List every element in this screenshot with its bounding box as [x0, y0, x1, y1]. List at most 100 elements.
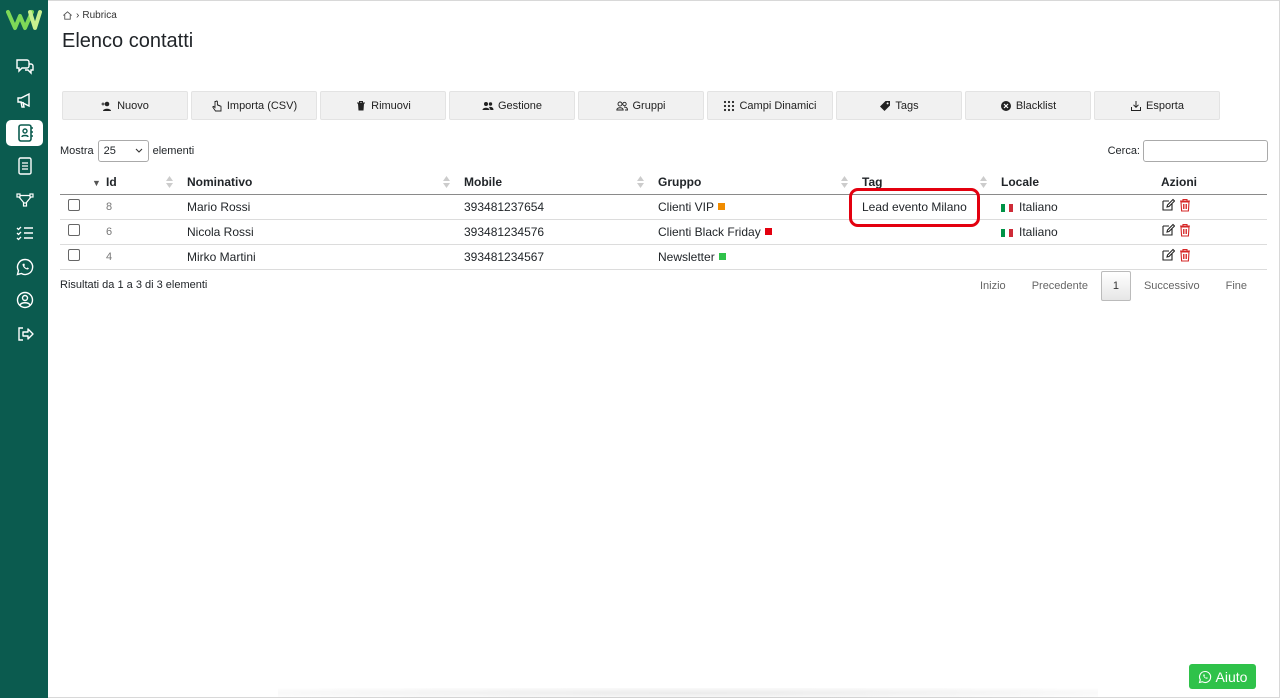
- nav-flows[interactable]: [6, 187, 43, 213]
- checklist-icon: [16, 226, 33, 241]
- download-icon: [1131, 100, 1142, 111]
- sort-icon: [637, 176, 644, 188]
- edit-icon[interactable]: [1161, 248, 1175, 262]
- cell-id: 4: [98, 244, 179, 270]
- results-info: Risultati da 1 a 3 di 3 elementi: [60, 279, 208, 291]
- cell-name: Mirko Martini: [179, 244, 456, 270]
- import-csv-label: Importa (CSV): [226, 99, 298, 112]
- sort-icon: [841, 176, 848, 188]
- search-label: Cerca:: [1107, 145, 1140, 157]
- cell-tag: [854, 244, 993, 270]
- home-icon[interactable]: [62, 10, 73, 21]
- group-color-swatch: [718, 252, 726, 260]
- pagination-current-page[interactable]: 1: [1100, 271, 1131, 301]
- user-plus-icon: [101, 101, 112, 111]
- pagination-previous[interactable]: Precedente: [1019, 271, 1101, 301]
- row-checkbox[interactable]: [68, 199, 80, 211]
- cell-locale: Italiano: [993, 194, 1153, 220]
- megaphone-icon: [16, 92, 30, 108]
- sidebar: [0, 0, 48, 698]
- chat-bubbles-icon: [15, 59, 34, 75]
- edit-icon[interactable]: [1161, 223, 1175, 237]
- tag-highlight-annotation: [849, 188, 980, 227]
- nav-chat[interactable]: [6, 53, 43, 79]
- header-name-label: Nominativo: [187, 174, 253, 189]
- locale-label: Italiano: [1019, 224, 1058, 239]
- header-id[interactable]: ▼ Id: [92, 170, 179, 195]
- whatsapp-icon: [1198, 670, 1211, 683]
- new-contact-button[interactable]: Nuovo: [62, 91, 188, 120]
- dynamic-fields-button[interactable]: Campi Dinamici: [707, 91, 833, 120]
- cell-name: Nicola Rossi: [179, 219, 456, 245]
- brand-logo[interactable]: [6, 6, 42, 34]
- nav-contacts[interactable]: [6, 120, 43, 146]
- trash-icon: [357, 100, 366, 110]
- vector-nodes-icon: [15, 193, 34, 207]
- sort-icon: [980, 176, 987, 188]
- sort-icon: [443, 176, 450, 188]
- breadcrumb-separator: ›: [76, 10, 80, 21]
- table-row[interactable]: 6 Nicola Rossi 393481234576 Clienti Blac…: [60, 219, 1267, 245]
- header-group-label: Gruppo: [658, 174, 702, 189]
- search-control: Cerca:: [1108, 140, 1268, 162]
- row-checkbox[interactable]: [68, 249, 80, 261]
- header-mobile[interactable]: Mobile: [456, 170, 650, 195]
- document-icon: [17, 157, 32, 175]
- users-outline-icon: [616, 101, 629, 110]
- nav-campaigns[interactable]: [6, 87, 43, 113]
- nav-templates[interactable]: [6, 153, 43, 179]
- delete-icon[interactable]: [1178, 248, 1192, 262]
- nav-logout[interactable]: [6, 321, 43, 347]
- help-button[interactable]: Aiuto: [1189, 664, 1256, 689]
- cell-id: 6: [98, 219, 179, 245]
- cell-actions: [1153, 219, 1267, 245]
- import-csv-button[interactable]: Importa (CSV): [191, 91, 317, 120]
- delete-icon[interactable]: [1178, 198, 1192, 212]
- header-mobile-label: Mobile: [464, 174, 502, 189]
- tag-icon: [880, 100, 891, 111]
- tags-label: Tags: [895, 99, 919, 112]
- cell-mobile: 393481234576: [456, 219, 650, 245]
- header-locale[interactable]: Locale: [993, 170, 1153, 195]
- nav-whatsapp[interactable]: [6, 254, 43, 280]
- pagination-first[interactable]: Inizio: [967, 271, 1019, 301]
- italy-flag-icon: [1001, 203, 1013, 212]
- edit-icon[interactable]: [1161, 198, 1175, 212]
- cell-group: Clienti Black Friday: [650, 219, 854, 245]
- cell-id: 8: [98, 194, 179, 220]
- bottom-shadow: [278, 688, 1098, 698]
- export-button[interactable]: Esporta: [1094, 91, 1220, 120]
- show-suffix: elementi: [152, 145, 195, 157]
- main-content: › Rubrica Elenco contatti Nuovo Importa …: [48, 0, 1280, 698]
- delete-icon[interactable]: [1178, 223, 1192, 237]
- header-name[interactable]: Nominativo: [179, 170, 456, 195]
- dynamic-fields-label: Campi Dinamici: [739, 99, 817, 112]
- chevron-down-icon: [135, 148, 143, 153]
- header-group[interactable]: Gruppo: [650, 170, 854, 195]
- nav-account[interactable]: [6, 287, 43, 313]
- hand-pointer-icon: [212, 100, 222, 111]
- sort-desc-icon: ▼: [92, 178, 101, 188]
- groups-button[interactable]: Gruppi: [578, 91, 704, 120]
- nav-checklist[interactable]: [6, 220, 43, 246]
- tags-button[interactable]: Tags: [836, 91, 962, 120]
- pagination-last[interactable]: Fine: [1213, 271, 1260, 301]
- pagination-next[interactable]: Successivo: [1131, 271, 1213, 301]
- manage-button[interactable]: Gestione: [449, 91, 575, 120]
- table-row[interactable]: 8 Mario Rossi 393481237654 Clienti VIP L…: [60, 194, 1267, 220]
- group-label: Clienti VIP: [658, 199, 715, 214]
- page-length-select[interactable]: 25: [97, 140, 149, 162]
- remove-label: Rimuovi: [371, 99, 411, 112]
- cell-group: Clienti VIP: [650, 194, 854, 220]
- group-color-swatch: [718, 202, 726, 210]
- blacklist-button[interactable]: Blacklist: [965, 91, 1091, 120]
- cell-locale: [993, 244, 1153, 270]
- row-checkbox[interactable]: [68, 224, 80, 236]
- table-row[interactable]: 4 Mirko Martini 393481234567 Newsletter: [60, 244, 1267, 270]
- group-color-swatch: [764, 227, 772, 235]
- header-id-label: Id: [106, 174, 117, 189]
- search-input[interactable]: [1143, 140, 1268, 162]
- remove-button[interactable]: Rimuovi: [320, 91, 446, 120]
- group-label: Clienti Black Friday: [658, 224, 761, 239]
- header-actions-label: Azioni: [1161, 174, 1197, 189]
